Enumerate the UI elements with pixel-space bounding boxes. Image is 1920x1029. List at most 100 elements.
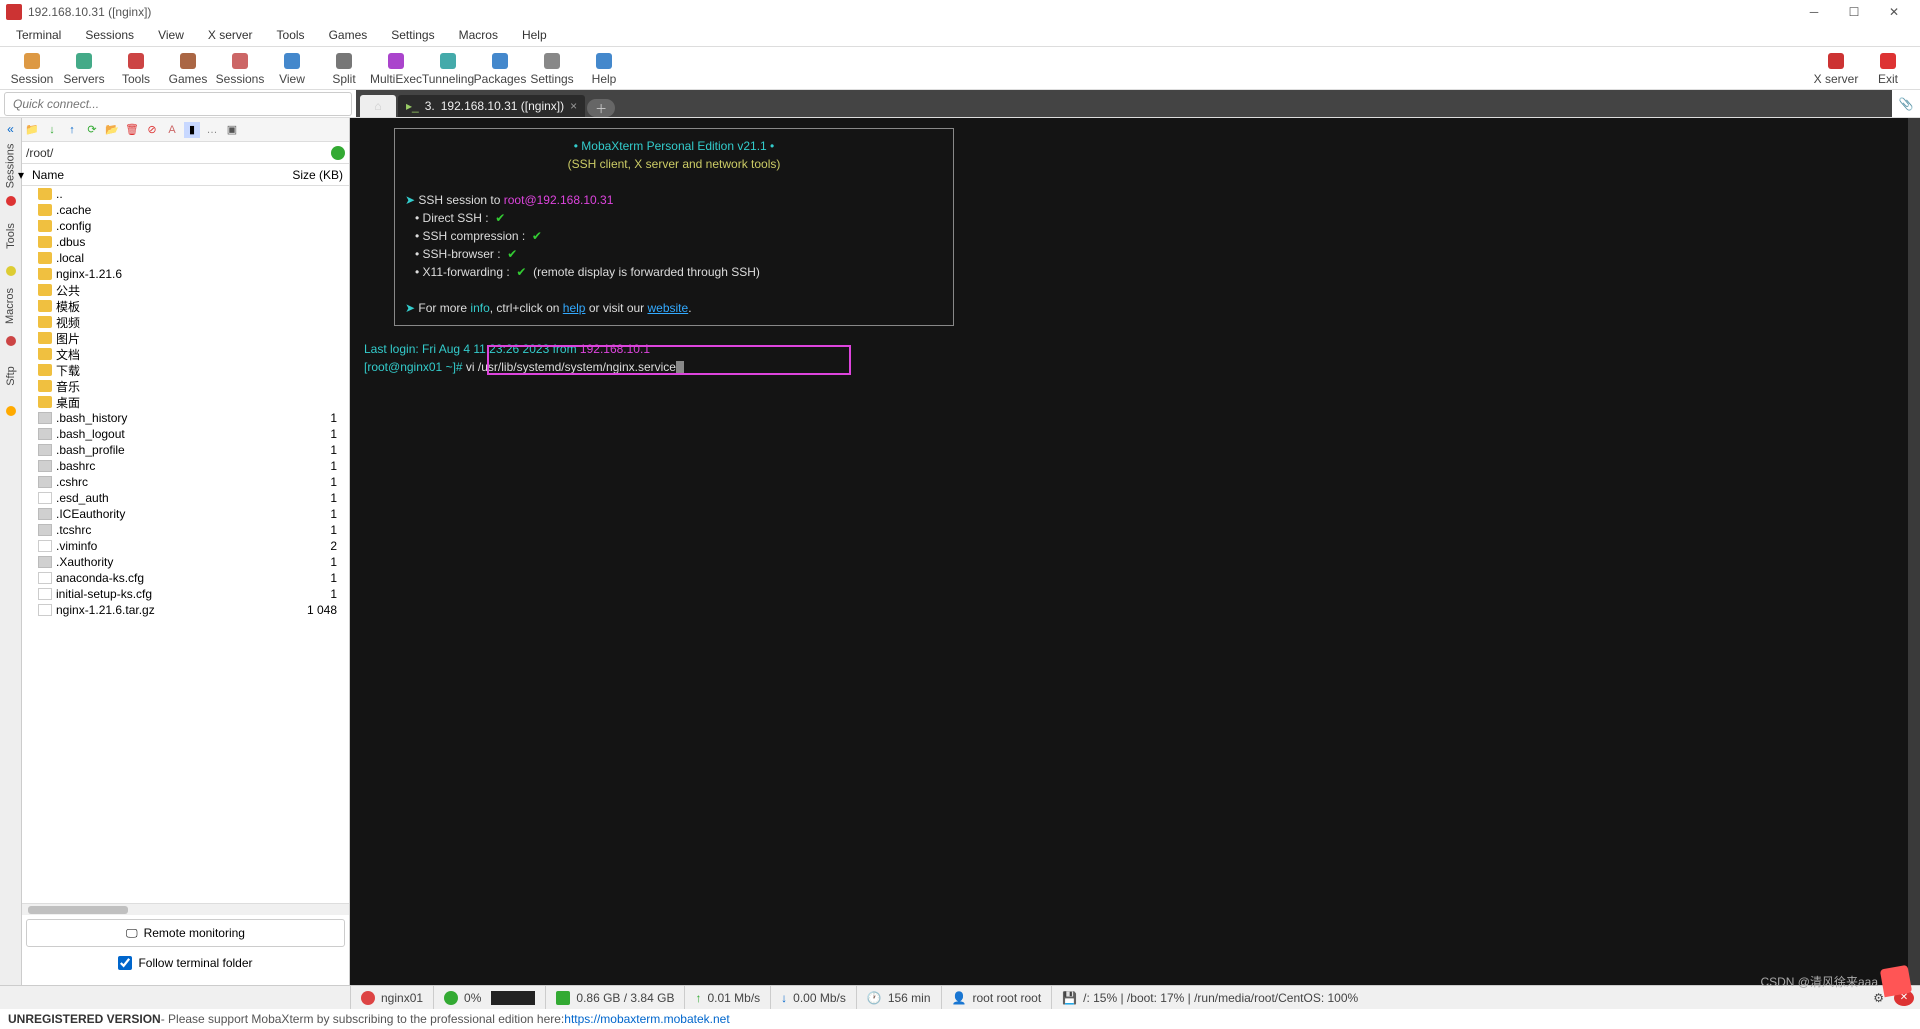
sftp-edit-icon[interactable]: A [164, 122, 180, 138]
toolbar-sessions[interactable]: Sessions [214, 48, 266, 88]
file-row[interactable]: 模板 [22, 298, 349, 314]
file-row[interactable]: .bash_logout1 [22, 426, 349, 442]
menu-macros[interactable]: Macros [447, 26, 510, 44]
remote-monitoring-button[interactable]: 🖵 Remote monitoring [26, 919, 345, 947]
file-row[interactable]: 视频 [22, 314, 349, 330]
paperclip-icon[interactable]: 📎 [1892, 97, 1920, 111]
sftp-settings-icon[interactable]: … [204, 122, 220, 138]
close-button[interactable]: ✕ [1874, 0, 1914, 24]
sftp-upload-icon[interactable]: ↓ [44, 122, 60, 138]
folder-icon [38, 380, 52, 392]
sidetab-tools[interactable]: Tools [5, 223, 17, 249]
sftp-stop-icon[interactable]: ⊘ [144, 122, 160, 138]
file-row[interactable]: .Xauthority1 [22, 554, 349, 570]
file-row[interactable]: .bash_profile1 [22, 442, 349, 458]
file-row[interactable]: .bash_history1 [22, 410, 349, 426]
filedoc-icon [38, 492, 52, 504]
window-title: 192.168.10.31 ([nginx]) [28, 5, 151, 19]
menu-view[interactable]: View [146, 26, 196, 44]
toolbar-settings[interactable]: Settings [526, 48, 578, 88]
toolbar-split[interactable]: Split [318, 48, 370, 88]
toolbar-packages[interactable]: Packages [474, 48, 526, 88]
file-row[interactable]: 下载 [22, 362, 349, 378]
file-row[interactable]: anaconda-ks.cfg1 [22, 570, 349, 586]
file-name: .bash_logout [56, 427, 293, 441]
toolbar-label: View [279, 72, 305, 86]
file-row[interactable]: 公共 [22, 282, 349, 298]
minimize-button[interactable]: ─ [1794, 0, 1834, 24]
sftp-mkdir-icon[interactable]: 📁 [24, 122, 40, 138]
maximize-button[interactable]: ☐ [1834, 0, 1874, 24]
file-row[interactable]: .ICEauthority1 [22, 506, 349, 522]
sftp-path-bar[interactable]: /root/ [22, 142, 349, 164]
sidetab-sessions[interactable]: Sessions [5, 144, 17, 189]
file-row[interactable]: .bashrc1 [22, 458, 349, 474]
footer-link[interactable]: https://mobaxterm.mobatek.net [564, 1012, 729, 1026]
tab-new[interactable]: ＋ [587, 99, 615, 117]
file-row[interactable]: initial-setup-ks.cfg1 [22, 586, 349, 602]
file-row[interactable]: 文档 [22, 346, 349, 362]
file-row[interactable]: nginx-1.21.6.tar.gz1 048 [22, 602, 349, 618]
menu-x-server[interactable]: X server [196, 26, 265, 44]
sftp-refresh-icon[interactable]: ⟳ [84, 122, 100, 138]
file-row[interactable]: .esd_auth1 [22, 490, 349, 506]
menu-tools[interactable]: Tools [265, 26, 317, 44]
quick-connect-input[interactable] [4, 92, 352, 116]
menu-terminal[interactable]: Terminal [4, 26, 73, 44]
sftp-newfolder-icon[interactable]: 📂 [104, 122, 120, 138]
toolbar-exit[interactable]: Exit [1862, 48, 1914, 88]
status-users: root root root [972, 991, 1041, 1005]
file-name: .bash_profile [56, 443, 293, 457]
toolbar-games[interactable]: Games [162, 48, 214, 88]
more-mid: , ctrl+click on [490, 301, 563, 315]
menu-games[interactable]: Games [317, 26, 380, 44]
toolbar-servers[interactable]: Servers [58, 48, 110, 88]
tab-close-icon[interactable]: × [570, 99, 577, 113]
file-icon [38, 508, 52, 520]
collapse-icon[interactable]: « [7, 122, 14, 136]
file-row[interactable]: .local [22, 250, 349, 266]
sftp-select-icon[interactable]: ▮ [184, 122, 200, 138]
sftp-terminal-icon[interactable]: ▣ [224, 122, 240, 138]
menu-sessions[interactable]: Sessions [73, 26, 146, 44]
file-row[interactable]: .tcshrc1 [22, 522, 349, 538]
terminal-scrollbar[interactable] [1908, 118, 1920, 985]
file-row[interactable]: .cache [22, 202, 349, 218]
menu-help[interactable]: Help [510, 26, 559, 44]
terminal-view[interactable]: • MobaXterm Personal Edition v21.1 • (SS… [350, 118, 1908, 985]
file-row[interactable]: nginx-1.21.6 [22, 266, 349, 282]
file-row[interactable]: 音乐 [22, 378, 349, 394]
filedoc-icon [38, 588, 52, 600]
sftp-delete-icon[interactable]: 🗑 [124, 122, 140, 138]
tab-session-active[interactable]: ▸_ 3. 192.168.10.31 ([nginx]) × [398, 95, 585, 117]
file-row[interactable]: .config [22, 218, 349, 234]
sftp-download-icon[interactable]: ↑ [64, 122, 80, 138]
file-row[interactable]: 图片 [22, 330, 349, 346]
toolbar-help[interactable]: Help [578, 48, 630, 88]
filedoc-icon [38, 540, 52, 552]
toolbar-session[interactable]: Session [6, 48, 58, 88]
file-name: initial-setup-ks.cfg [56, 587, 293, 601]
file-icon [38, 412, 52, 424]
file-row[interactable]: 桌面 [22, 394, 349, 410]
tools-icon [126, 51, 146, 71]
sidetab-sftp[interactable]: Sftp [4, 366, 16, 386]
website-link[interactable]: website [648, 301, 689, 315]
file-row[interactable]: .. [22, 186, 349, 202]
help-link[interactable]: help [563, 301, 586, 315]
file-row[interactable]: .dbus [22, 234, 349, 250]
toolbar-multiexec[interactable]: MultiExec [370, 48, 422, 88]
toolbar-view[interactable]: View [266, 48, 318, 88]
file-row[interactable]: .viminfo2 [22, 538, 349, 554]
toolbar-tools[interactable]: Tools [110, 48, 162, 88]
sftp-hscroll[interactable] [22, 903, 349, 915]
follow-terminal-checkbox[interactable] [118, 956, 132, 970]
sidetab-macros[interactable]: Macros [5, 288, 17, 324]
toolbar-x server[interactable]: X server [1810, 48, 1862, 88]
file-row[interactable]: .cshrc1 [22, 474, 349, 490]
col-size[interactable]: Size (KB) [292, 168, 343, 182]
col-name[interactable]: Name [32, 168, 292, 182]
tab-home[interactable]: ⌂ [360, 95, 396, 117]
menu-settings[interactable]: Settings [379, 26, 446, 44]
toolbar-tunneling[interactable]: Tunneling [422, 48, 474, 88]
